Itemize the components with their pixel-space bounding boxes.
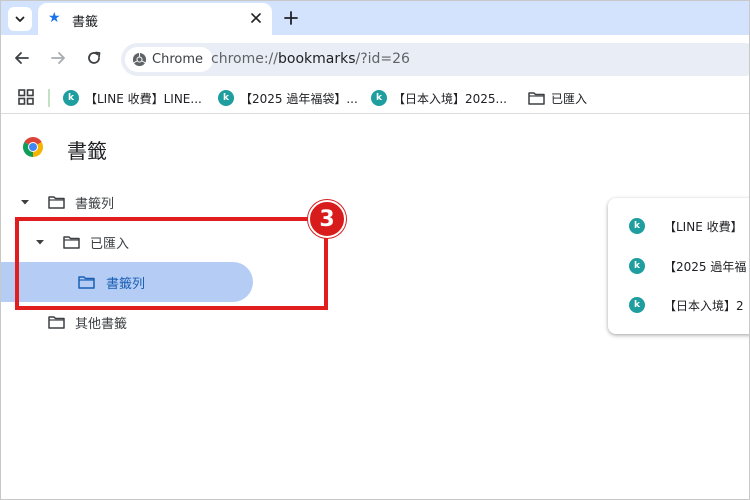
apps-grid-icon[interactable] bbox=[18, 89, 34, 105]
site-info-chip[interactable]: Chrome bbox=[125, 47, 213, 72]
kk-site-icon: k bbox=[629, 297, 645, 313]
bookmark-list-card: k 【LINE 收費】 k 【2025 過年福 k 【日本入境】2 bbox=[608, 198, 749, 334]
chevron-down-icon bbox=[15, 16, 25, 22]
url-scheme: chrome:// bbox=[211, 51, 278, 67]
chrome-logo-icon bbox=[23, 137, 43, 157]
caret-down-icon[interactable] bbox=[20, 197, 30, 207]
kk-site-icon: k bbox=[218, 90, 234, 106]
close-icon[interactable] bbox=[248, 10, 264, 26]
bookmark-label: 已匯入 bbox=[551, 91, 588, 106]
bookmark-item[interactable]: k 【LINE 收費】LINE... bbox=[63, 88, 202, 108]
bookmark-label: 【日本入境】2025... bbox=[393, 91, 507, 106]
bookmark-list-label: 【日本入境】2 bbox=[664, 298, 744, 313]
kk-site-icon: k bbox=[371, 90, 387, 106]
reload-icon[interactable] bbox=[84, 48, 104, 68]
bookmark-list-item[interactable]: k 【2025 過年福 bbox=[629, 256, 746, 276]
tab-strip: ★ 書籤 bbox=[1, 1, 749, 35]
tab-bookmarks[interactable]: ★ 書籤 bbox=[38, 3, 272, 35]
tab-search-button[interactable] bbox=[8, 7, 32, 31]
bookmark-list-label: 【LINE 收費】 bbox=[664, 219, 743, 234]
bookmark-list-item[interactable]: k 【LINE 收費】 bbox=[629, 216, 743, 236]
page-title: 書籤 bbox=[67, 139, 107, 163]
address-bar[interactable]: Chrome chrome://bookmarks/?id=26 bbox=[121, 43, 749, 76]
bookmark-item[interactable]: k 【日本入境】2025... bbox=[371, 88, 507, 108]
kk-site-icon: k bbox=[629, 218, 645, 234]
star-icon: ★ bbox=[48, 10, 61, 26]
url-host: bookmarks bbox=[278, 51, 356, 67]
chip-label: Chrome bbox=[152, 52, 203, 67]
bookmark-folder-imported[interactable]: 已匯入 bbox=[528, 88, 587, 108]
tree-item-label: 書籤列 bbox=[75, 196, 115, 212]
browser-window: ★ 書籤 Chrome chrome://bookmarks/?id=26 k … bbox=[0, 0, 750, 500]
folder-icon bbox=[48, 196, 65, 209]
kk-site-icon: k bbox=[629, 258, 645, 274]
tree-item-bookmarks-bar[interactable]: 書籤列 bbox=[20, 188, 114, 216]
new-tab-icon[interactable] bbox=[281, 8, 301, 28]
url-path: /?id=26 bbox=[355, 51, 410, 67]
folder-icon bbox=[48, 316, 65, 329]
url-text: chrome://bookmarks/?id=26 bbox=[211, 51, 410, 67]
bookmarks-page-header: 書籤 bbox=[1, 115, 749, 175]
back-icon[interactable] bbox=[12, 48, 32, 68]
tab-title: 書籤 bbox=[72, 15, 99, 30]
bookmarks-bar: k 【LINE 收費】LINE... k 【2025 過年福袋】... k 【日… bbox=[1, 82, 749, 114]
bookmark-label: 【LINE 收費】LINE... bbox=[85, 91, 202, 106]
bookmark-list-item[interactable]: k 【日本入境】2 bbox=[629, 295, 744, 315]
chrome-icon bbox=[132, 52, 147, 67]
tree-item-label: 其他書籤 bbox=[75, 316, 128, 332]
folder-icon bbox=[528, 92, 545, 105]
tree-item-other-bookmarks[interactable]: 其他書籤 bbox=[48, 308, 127, 336]
step-number-badge: 3 bbox=[308, 200, 346, 238]
highlight-annotation-box bbox=[15, 217, 328, 310]
bookmark-list-label: 【2025 過年福 bbox=[664, 259, 747, 274]
bookmark-label: 【2025 過年福袋】... bbox=[240, 91, 358, 106]
kk-site-icon: k bbox=[63, 90, 79, 106]
bookmark-item[interactable]: k 【2025 過年福袋】... bbox=[218, 88, 358, 108]
toolbar: Chrome chrome://bookmarks/?id=26 bbox=[1, 35, 749, 82]
bookmarks-bar-divider bbox=[48, 89, 50, 107]
forward-icon[interactable] bbox=[48, 48, 68, 68]
